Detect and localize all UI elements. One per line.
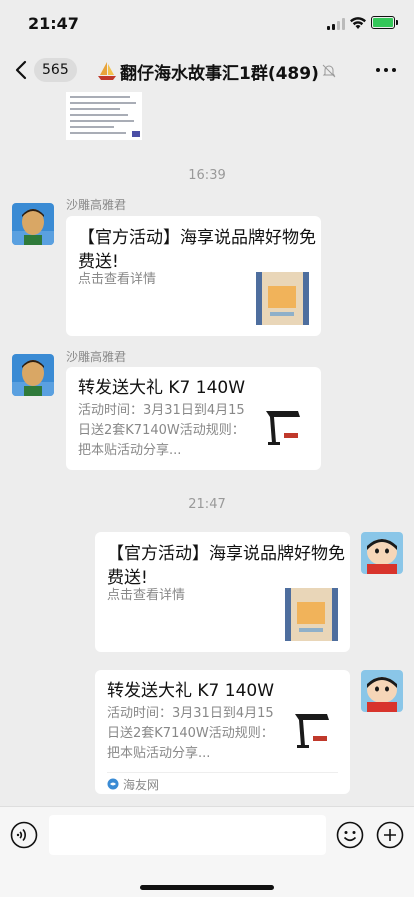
- avatar[interactable]: [12, 203, 54, 245]
- more-icon[interactable]: [376, 68, 396, 74]
- link-card[interactable]: 转发送大礼 K7 140W 活动时间：3月31日到4月15日送2套K7140W活…: [95, 670, 350, 794]
- card-title: 【官方活动】海享说品牌好物免费送!: [107, 544, 345, 588]
- link-card[interactable]: 【官方活动】海享说品牌好物免费送! 点击查看详情: [95, 532, 350, 652]
- card-title: 【官方活动】海享说品牌好物免费送!: [78, 228, 316, 272]
- card-desc: 点击查看详情: [107, 588, 186, 603]
- chat-header: 565 翻仔海水故事汇1群(489): [0, 48, 414, 92]
- chat-title-group[interactable]: 翻仔海水故事汇1群(489): [96, 58, 336, 84]
- card-title: 转发送大礼 K7 140W: [107, 681, 275, 701]
- card-divider: [107, 772, 338, 773]
- plus-icon[interactable]: [376, 821, 404, 849]
- sender-name: 沙雕高雅君: [66, 350, 127, 364]
- home-indicator: [140, 885, 274, 890]
- my-avatar[interactable]: [361, 670, 403, 712]
- status-bar: 21:47: [0, 0, 414, 48]
- sailboat-icon: [98, 62, 116, 80]
- card-desc: 活动时间：3月31日到4月15日送2套K7140W活动规则：把本贴活动分享...: [78, 403, 245, 458]
- signal-icon: [327, 18, 345, 30]
- unread-count-badge[interactable]: 565: [34, 58, 77, 82]
- source-logo-icon: [107, 778, 119, 790]
- card-thumbnail: [289, 708, 339, 752]
- sender-name: 沙雕高雅君: [66, 198, 127, 212]
- card-source: 海友网: [107, 776, 159, 792]
- image-message-partial[interactable]: [66, 92, 142, 140]
- link-card[interactable]: 【官方活动】海享说品牌好物免费送! 点击查看详情: [66, 216, 321, 336]
- timestamp: 21:47: [188, 497, 226, 512]
- back-arrow-icon[interactable]: [14, 60, 28, 80]
- mute-icon: [322, 64, 336, 78]
- card-thumbnail: [285, 588, 338, 641]
- my-avatar[interactable]: [361, 532, 403, 574]
- card-desc: 活动时间：3月31日到4月15日送2套K7140W活动规则：把本贴活动分享...: [107, 706, 274, 761]
- input-bar: [0, 806, 414, 897]
- message-input[interactable]: [49, 815, 326, 855]
- status-time: 21:47: [28, 14, 79, 33]
- card-title: 转发送大礼 K7 140W: [78, 378, 246, 398]
- battery-icon: [371, 16, 398, 29]
- card-thumbnail: [260, 405, 310, 449]
- chat-title: 翻仔海水故事汇1群(489): [120, 63, 319, 84]
- card-desc: 点击查看详情: [78, 272, 157, 287]
- timestamp: 16:39: [188, 168, 226, 183]
- source-name: 海友网: [123, 777, 160, 792]
- emoji-icon[interactable]: [336, 821, 364, 849]
- voice-icon[interactable]: [10, 821, 38, 849]
- card-thumbnail: [256, 272, 309, 325]
- link-card[interactable]: 转发送大礼 K7 140W 活动时间：3月31日到4月15日送2套K7140W活…: [66, 367, 321, 470]
- wifi-icon: [350, 17, 366, 29]
- avatar[interactable]: [12, 354, 54, 396]
